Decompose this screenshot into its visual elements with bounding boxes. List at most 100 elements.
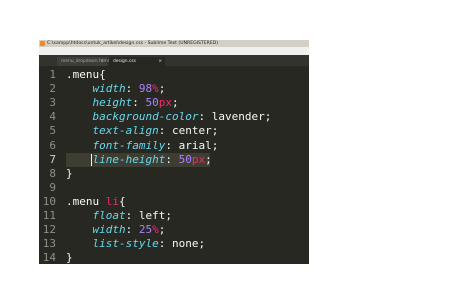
code-token: .menu [66,68,100,81]
line-number: 6 [49,138,56,152]
code-token: : [165,152,179,166]
code-text: } [66,251,73,264]
code-text: float: left; [66,209,173,223]
code-text: list-style: none; [66,237,206,251]
code-token: px [158,96,172,110]
line-number: 4 [49,110,56,124]
code-text: background-color: lavender; [66,110,272,124]
code-token: ; [165,209,172,222]
code-token: 50 [145,96,159,110]
code-token: : [125,82,139,96]
line-number: 11 [42,209,56,222]
line-number: 14 [42,251,56,264]
code-editor[interactable]: 1 .menu{2 width: 98%; 3 height: 50px; 4 bac… [39,66,309,264]
code-text: .menu{ [66,68,106,82]
code-token: line-height [92,152,166,166]
code-token: ; [172,96,179,110]
line-number: 9 [49,180,56,194]
close-icon[interactable]: × [158,57,162,66]
code-token: } [66,166,73,180]
code-line[interactable]: 4 background-color: lavender; [39,110,309,124]
code-line[interactable]: 5 text-align: center; [39,124,309,138]
code-token: : [158,124,172,138]
code-text: font-family: arial; [66,138,219,153]
code-token: ; [158,82,166,96]
code-token: arial [178,138,212,152]
code-text: text-align: center; [66,124,219,138]
code-token: width [92,82,126,96]
code-token: px [191,152,206,166]
code-token: ; [205,152,212,166]
code-text: line-height: 50px; [66,153,212,167]
line-number: 7 [49,152,56,166]
code-text: } [66,167,73,181]
text-cursor [91,153,92,166]
code-token: li [105,194,119,208]
close-icon[interactable]: × [100,57,104,66]
code-line[interactable]: 10 .menu li{ [39,195,309,209]
code-token: 50 [178,152,192,166]
code-token: : [125,209,139,222]
code-token: { [99,68,106,81]
code-line[interactable]: 11 float: left; [39,209,309,223]
code-token: background-color [92,110,199,124]
line-number: 2 [49,82,56,96]
sublime-app-icon [40,41,45,46]
code-line[interactable]: 8} [39,167,309,181]
code-token: list-style [92,237,159,251]
code-token: lavender [211,110,265,124]
code-token: ; [211,138,219,152]
code-line[interactable]: 12 width: 25%; [39,223,309,237]
line-number: 10 [42,194,56,208]
code-line[interactable]: 14} [39,251,309,264]
code-text: width: 25%; [66,223,166,237]
tab-design-css[interactable]: design.css × [109,57,165,66]
line-number: 3 [49,96,56,110]
code-token: left [138,209,166,222]
code-token: % [152,82,159,96]
code-token: ; [211,124,219,138]
code-line[interactable]: 6 font-family: arial; [39,139,309,153]
tab-label: design.css [113,59,136,64]
code-token: { [119,194,126,208]
code-token: ; [264,110,272,124]
code-line[interactable]: 1 .menu{ [39,68,309,82]
code-token: 98 [138,82,153,96]
line-number: 8 [49,166,56,180]
code-token: text-align [92,124,159,138]
code-token: ; [198,237,206,251]
code-token: 25 [138,223,153,237]
tab-bar: menu_dropdown.html × design.css × [39,55,309,66]
code-text: height: 50px; [66,96,179,110]
line-number: 13 [42,237,56,251]
code-line[interactable]: 3 height: 50px; [39,96,309,110]
line-number: 1 [49,68,56,81]
code-token: font-family [92,138,166,152]
code-token: % [152,223,159,237]
menu-bar: FileEditSelectionFindViewGotoToolsProjec… [39,47,309,64]
tab-menu-dropdown-html[interactable]: menu_dropdown.html × [57,57,109,66]
code-text: .menu li{ [66,195,126,209]
code-text: width: 98%; [66,82,166,96]
code-token: : [198,110,212,124]
code-token: center [171,124,212,138]
code-line[interactable]: 7 line-height: 50px; [39,152,309,167]
code-token: } [66,251,73,264]
code-line[interactable]: 2 width: 98%; [39,82,309,96]
code-token: : [165,138,179,152]
code-token: none [171,237,199,251]
code-line[interactable]: 9 [39,181,309,195]
code-token: width [92,223,126,237]
line-number: 5 [49,124,56,138]
title-bar: C:\xampp\htdocs\untuk_artikel\design.css… [39,40,309,47]
code-token: height [92,96,133,110]
code-token: .menu [66,194,106,208]
code-line[interactable]: 13 list-style: none; [39,237,309,251]
